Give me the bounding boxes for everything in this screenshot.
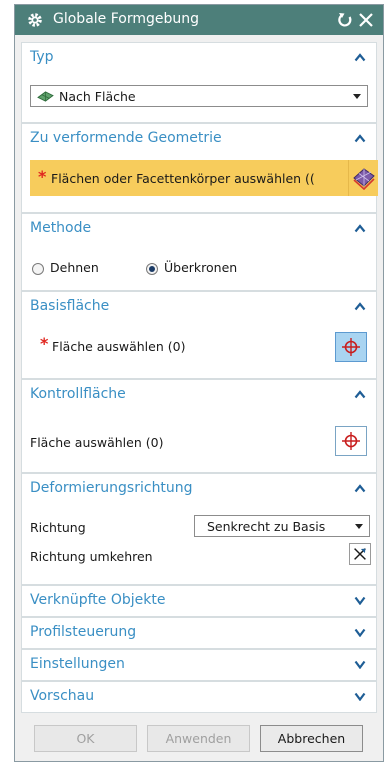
kontrollflaeche-select-button[interactable] bbox=[335, 426, 367, 456]
radio-label-dehnen[interactable]: Dehnen bbox=[50, 260, 99, 275]
chevron-up-icon[interactable] bbox=[354, 389, 366, 399]
section-title-methode[interactable]: Methode bbox=[30, 220, 91, 236]
anwenden-button[interactable]: Anwenden bbox=[147, 725, 250, 752]
abbrechen-button[interactable]: Abbrechen bbox=[260, 725, 363, 752]
crosshair-icon bbox=[342, 338, 360, 356]
section-profilsteuerung[interactable]: Profilsteuerung bbox=[21, 617, 377, 649]
chevron-down-icon bbox=[355, 524, 363, 529]
basisflaeche-select-button[interactable] bbox=[335, 332, 367, 362]
gear-icon[interactable] bbox=[27, 12, 43, 28]
radio-label-ueberkronen[interactable]: Überkronen bbox=[164, 260, 237, 275]
section-title-typ[interactable]: Typ bbox=[30, 49, 54, 65]
section-title-deformierung[interactable]: Deformierungsrichtung bbox=[30, 480, 193, 496]
section-typ: Typ Nach Fläche bbox=[21, 42, 377, 123]
ok-button[interactable]: OK bbox=[34, 725, 137, 752]
chevron-up-icon[interactable] bbox=[354, 223, 366, 233]
section-vorschau[interactable]: Vorschau bbox=[21, 681, 377, 713]
richtung-umkehren-label: Richtung umkehren bbox=[30, 549, 153, 564]
section-verknuepfte-objekte[interactable]: Verknüpfte Objekte bbox=[21, 585, 377, 617]
typ-selected: Nach Fläche bbox=[59, 89, 136, 104]
required-marker: * bbox=[38, 167, 47, 186]
section-title-verknuepfte-objekte[interactable]: Verknüpfte Objekte bbox=[30, 592, 165, 608]
section-einstellungen[interactable]: Einstellungen bbox=[21, 649, 377, 681]
basisflaeche-prompt: Fläche auswählen (0) bbox=[52, 339, 186, 354]
richtung-label: Richtung bbox=[30, 520, 86, 535]
section-methode: Methode Dehnen Überkronen bbox=[21, 213, 377, 291]
chevron-down-icon bbox=[353, 94, 361, 99]
section-title-vorschau[interactable]: Vorschau bbox=[30, 688, 94, 704]
section-title-basisflaeche[interactable]: Basisfläche bbox=[30, 298, 109, 314]
reverse-direction-icon bbox=[354, 548, 366, 560]
typ-dropdown[interactable]: Nach Fläche bbox=[30, 85, 368, 107]
section-deformierung: Deformierungsrichtung Richtung Senkrecht… bbox=[21, 473, 377, 585]
radio-dehnen[interactable] bbox=[32, 263, 44, 275]
chevron-up-icon[interactable] bbox=[354, 483, 366, 493]
crosshair-icon bbox=[342, 432, 360, 450]
richtung-selected: Senkrecht zu Basis bbox=[207, 519, 326, 534]
chevron-down-icon[interactable] bbox=[354, 692, 366, 701]
section-title-geometrie[interactable]: Zu verformende Geometrie bbox=[30, 130, 222, 146]
chevron-up-icon[interactable] bbox=[354, 52, 366, 62]
title-bar: Globale Formgebung bbox=[15, 5, 383, 35]
section-title-einstellungen[interactable]: Einstellungen bbox=[30, 656, 125, 672]
geometrie-select-row[interactable]: * Flächen oder Facettenkörper auswählen … bbox=[30, 160, 348, 196]
section-geometrie: Zu verformende Geometrie * Flächen oder … bbox=[21, 123, 378, 213]
chevron-down-icon[interactable] bbox=[354, 596, 366, 605]
richtung-umkehren-button[interactable] bbox=[349, 543, 371, 565]
dialog: Globale Formgebung Typ Nach Fläche Zu ve… bbox=[14, 4, 384, 762]
kontrollflaeche-prompt: Fläche auswählen (0) bbox=[30, 435, 164, 450]
face-select-icon bbox=[353, 168, 375, 190]
chevron-up-icon[interactable] bbox=[354, 301, 366, 311]
reset-icon[interactable] bbox=[336, 10, 354, 30]
chevron-up-icon[interactable] bbox=[354, 133, 366, 143]
close-icon[interactable] bbox=[357, 10, 375, 30]
geometrie-prompt: Flächen oder Facettenkörper auswählen (( bbox=[51, 171, 315, 186]
radio-ueberkronen[interactable] bbox=[146, 263, 158, 275]
dialog-title: Globale Formgebung bbox=[53, 11, 200, 27]
section-basisflaeche: Basisfläche * Fläche auswählen (0) bbox=[21, 291, 377, 379]
chevron-down-icon[interactable] bbox=[354, 660, 366, 669]
section-title-kontrollflaeche[interactable]: Kontrollfläche bbox=[30, 386, 126, 402]
surface-icon bbox=[37, 91, 54, 102]
face-select-button[interactable] bbox=[348, 160, 378, 196]
required-marker: * bbox=[40, 334, 49, 353]
chevron-down-icon[interactable] bbox=[354, 628, 366, 637]
richtung-dropdown[interactable]: Senkrecht zu Basis bbox=[194, 515, 370, 537]
section-kontrollflaeche: Kontrollfläche Fläche auswählen (0) bbox=[21, 379, 377, 473]
section-title-profilsteuerung[interactable]: Profilsteuerung bbox=[30, 624, 136, 640]
